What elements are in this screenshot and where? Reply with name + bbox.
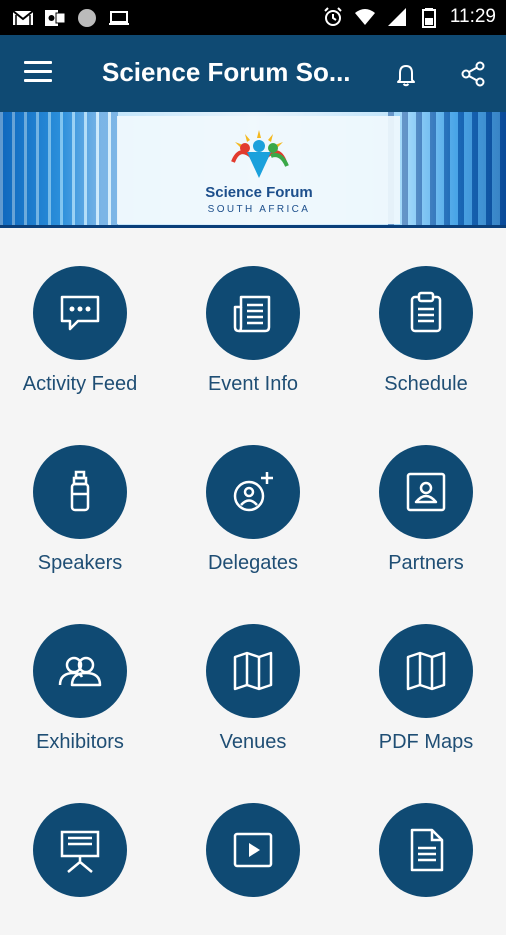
tile-icon-circle bbox=[33, 624, 127, 718]
tile-exhibitors[interactable]: Exhibitors bbox=[0, 586, 160, 756]
tile-icon-circle bbox=[379, 445, 473, 539]
presentation-easel-icon bbox=[60, 830, 100, 873]
tile-label: Activity Feed bbox=[22, 373, 138, 395]
tile-label: Exhibitors bbox=[36, 731, 124, 753]
tile-icon-circle bbox=[206, 624, 300, 718]
tile-icon-circle bbox=[206, 445, 300, 539]
outlook-icon bbox=[45, 10, 66, 26]
event-banner: Science Forum SOUTH AFRICA bbox=[0, 112, 506, 228]
tile-schedule[interactable]: Schedule bbox=[346, 228, 506, 398]
laptop-icon bbox=[109, 11, 129, 25]
battery-icon bbox=[421, 8, 436, 28]
tile-label: Speakers bbox=[37, 552, 123, 574]
app-title: Science Forum So... bbox=[102, 57, 351, 87]
status-time: 11:29 bbox=[449, 6, 496, 27]
tile-icon-circle bbox=[33, 445, 127, 539]
tile-documents[interactable] bbox=[346, 765, 506, 935]
tile-activity-feed[interactable]: Activity Feed bbox=[0, 228, 160, 398]
tile-icon-circle bbox=[379, 266, 473, 360]
alarm-icon bbox=[324, 7, 342, 26]
portrait-frame-icon bbox=[406, 472, 446, 512]
science-forum-logo: Science Forum SOUTH AFRICA bbox=[199, 126, 319, 221]
tile-delegates[interactable]: Delegates bbox=[173, 407, 333, 577]
circle-app-icon bbox=[78, 9, 96, 27]
tile-icon-circle bbox=[206, 266, 300, 360]
tile-label: Partners bbox=[388, 552, 464, 574]
microphone-icon bbox=[70, 470, 90, 512]
notification-bell-icon[interactable] bbox=[392, 60, 420, 88]
menu-button[interactable] bbox=[24, 61, 54, 85]
tile-label: PDF Maps bbox=[378, 731, 474, 753]
map-icon bbox=[406, 651, 446, 691]
logo-subtitle: SOUTH AFRICA bbox=[207, 204, 311, 215]
tile-icon-circle bbox=[379, 803, 473, 897]
gmail-icon bbox=[12, 10, 34, 25]
people-icon bbox=[58, 656, 102, 687]
map-icon bbox=[233, 651, 273, 691]
chat-bubble-icon bbox=[60, 295, 100, 331]
tile-pdf-maps[interactable]: PDF Maps bbox=[346, 586, 506, 756]
tile-icon-circle bbox=[379, 624, 473, 718]
app-bar: Science Forum So... bbox=[0, 35, 506, 112]
logo-title: Science Forum bbox=[205, 184, 313, 201]
banner-city-image-left bbox=[0, 112, 118, 228]
tile-icon-circle bbox=[33, 803, 127, 897]
banner-logo-panel: Science Forum SOUTH AFRICA bbox=[117, 116, 400, 224]
tile-icon-circle bbox=[33, 266, 127, 360]
tile-label: Venues bbox=[219, 731, 287, 753]
tile-label: Delegates bbox=[207, 552, 299, 574]
hamburger-icon bbox=[24, 61, 52, 64]
add-person-icon bbox=[233, 472, 273, 512]
newspaper-icon bbox=[233, 295, 271, 333]
banner-city-image-right bbox=[388, 112, 506, 228]
tile-speakers[interactable]: Speakers bbox=[0, 407, 160, 577]
logo-emblem-icon bbox=[231, 130, 289, 178]
tile-icon-circle bbox=[206, 803, 300, 897]
signal-icon bbox=[387, 8, 406, 26]
tile-presentations[interactable] bbox=[0, 765, 160, 935]
wifi-icon bbox=[354, 9, 375, 25]
share-icon[interactable] bbox=[459, 60, 487, 88]
document-icon bbox=[410, 828, 444, 872]
tile-videos[interactable] bbox=[173, 765, 333, 935]
tile-label: Schedule bbox=[384, 373, 468, 395]
clipboard-icon bbox=[410, 291, 442, 333]
status-bar: 11:29 bbox=[0, 0, 506, 35]
tile-partners[interactable]: Partners bbox=[346, 407, 506, 577]
tile-event-info[interactable]: Event Info bbox=[173, 228, 333, 398]
tile-venues[interactable]: Venues bbox=[173, 586, 333, 756]
video-play-icon bbox=[233, 832, 273, 868]
tile-label: Event Info bbox=[207, 373, 299, 395]
